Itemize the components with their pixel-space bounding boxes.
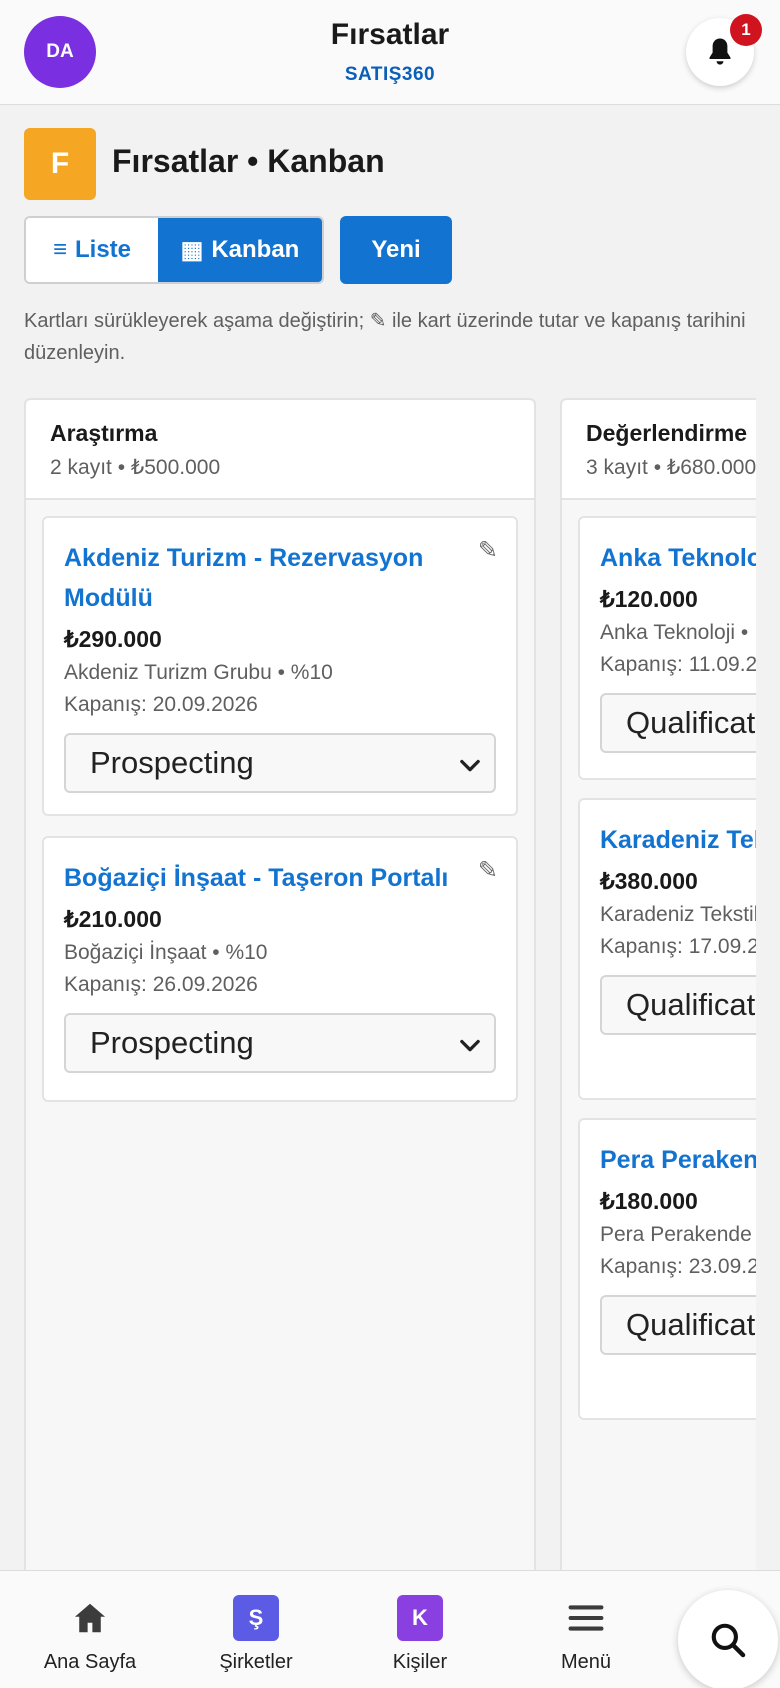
view-toggle: ≡ Liste ▦ Kanban [24,216,324,284]
nav-home[interactable]: Ana Sayfa [15,1571,165,1688]
pencil-icon[interactable]: ✎ [478,856,498,885]
nav-home-label: Ana Sayfa [43,1651,137,1673]
home-icon [67,1595,113,1641]
column-title: Araştırma [50,420,158,446]
stage-value: Prospecting [90,745,254,780]
list-view-label: Liste [75,236,132,263]
opportunity-card[interactable]: Boğaziçi İnşaat - Taşeron Portalı ✎ ₺210… [42,836,518,1102]
hint-text: Kartları sürükleyerek aşama değiştirin; … [24,310,746,364]
card-company: Anka Teknoloji • [600,621,749,644]
kanban-column-degerlendirme: Değerlendirme 3 kayıt • ₺680.000 Anka Te… [560,398,756,1570]
app-title: Fırsatlar [330,18,450,51]
card-company: Karadeniz Tekstil [600,903,756,926]
card-amount: ₺380.000 [600,868,698,894]
column-summary: 2 kayıt • ₺500.000 [50,456,221,479]
top-bar: DA Fırsatlar SATIŞ360 1 [0,0,780,105]
card-close-date: Kapanış: 11.09.2 [600,653,756,676]
companies-badge: Ş [233,1595,279,1641]
card-close-date: Kapanış: 23.09.2 [600,1255,756,1278]
card-title-link[interactable]: Boğaziçi İnşaat - Taşeron Portalı [64,858,496,898]
card-title-link[interactable]: Pera Perakende Programı [600,1140,756,1180]
chevron-down-icon [460,759,480,772]
card-title-link[interactable]: Anka Teknoloji [600,538,756,578]
notifications-button[interactable]: 1 [686,14,762,86]
list-icon: ≡ [52,236,67,263]
column-header: Değerlendirme 3 kayıt • ₺680.000 [562,400,756,500]
opportunity-card[interactable]: Anka Teknoloji ₺120.000 Anka Teknoloji •… [578,516,756,780]
opportunity-card[interactable]: Pera Perakende Programı ₺180.000 Pera Pe… [578,1118,756,1420]
nav-menu-label: Menü [560,1651,612,1673]
search-button[interactable] [678,1590,778,1688]
kanban-board[interactable]: Araştırma 2 kayıt • ₺500.000 Akdeniz Tur… [0,398,756,1570]
card-amount: ₺120.000 [600,586,698,612]
column-summary: 3 kayıt • ₺680.000 [586,456,756,479]
page-icon: F [24,128,96,200]
contacts-badge: K [397,1595,443,1641]
companies-icon: Ş [233,1595,279,1641]
page-title: Fırsatlar • Kanban [112,143,385,179]
stage-select[interactable]: Qualification [600,693,756,753]
card-company: Pera Perakende [600,1223,752,1246]
nav-contacts-label: Kişiler [392,1651,448,1673]
stage-select[interactable]: Prospecting [64,733,496,793]
card-company: Akdeniz Turizm Grubu • %10 [64,661,333,684]
card-close-date: Kapanış: 26.09.2026 [64,973,258,996]
contacts-icon: K [397,1595,443,1641]
notification-badge: 1 [730,14,762,46]
card-title-link[interactable]: Karadeniz Tekstil Entegrasyon [600,820,756,860]
nav-contacts[interactable]: K Kişiler [345,1571,495,1688]
card-company: Boğaziçi İnşaat • %10 [64,941,268,964]
kanban-view-button[interactable]: ▦ Kanban [158,218,322,282]
chevron-down-icon [460,1039,480,1052]
nav-companies[interactable]: Ş Şirketler [181,1571,331,1688]
new-button[interactable]: Yeni [340,216,452,284]
opportunity-card[interactable]: Akdeniz Turizm - Rezervasyon Modülü ✎ ₺2… [42,516,518,816]
list-view-button[interactable]: ≡ Liste [26,218,158,282]
pencil-icon[interactable]: ✎ [478,536,498,565]
stage-value: Prospecting [90,1025,254,1060]
stage-value: Qualification [626,987,756,1022]
kanban-column-arastirma: Araştırma 2 kayıt • ₺500.000 Akdeniz Tur… [24,398,536,1570]
card-title-link[interactable]: Akdeniz Turizm - Rezervasyon Modülü [64,538,496,618]
kanban-view-label: Kanban [211,236,300,263]
bottom-nav: Ana Sayfa Ş Şirketler K Kişiler Menü [0,1570,780,1688]
card-close-date: Kapanış: 20.09.2026 [64,693,258,716]
grid-icon: ▦ [180,236,204,264]
search-icon [711,1623,746,1658]
nav-menu[interactable]: Menü [511,1571,661,1688]
stage-value: Qualification [626,705,756,740]
nav-companies-label: Şirketler [219,1651,293,1673]
column-header: Araştırma 2 kayıt • ₺500.000 [26,400,534,500]
card-close-date: Kapanış: 17.09.2 [600,935,756,958]
card-amount: ₺210.000 [64,906,162,932]
column-title: Değerlendirme [586,420,748,446]
opportunity-card[interactable]: Karadeniz Tekstil Entegrasyon ₺380.000 K… [578,798,756,1100]
stage-value: Qualification [626,1307,756,1342]
bell-icon [709,38,731,65]
stage-select[interactable]: Qualification [600,1295,756,1355]
stage-select[interactable]: Qualification [600,975,756,1035]
menu-icon [563,1595,609,1641]
app-subtitle: SATIŞ360 [344,64,436,85]
stage-select[interactable]: Prospecting [64,1013,496,1073]
card-amount: ₺290.000 [64,626,162,652]
card-amount: ₺180.000 [600,1188,698,1214]
